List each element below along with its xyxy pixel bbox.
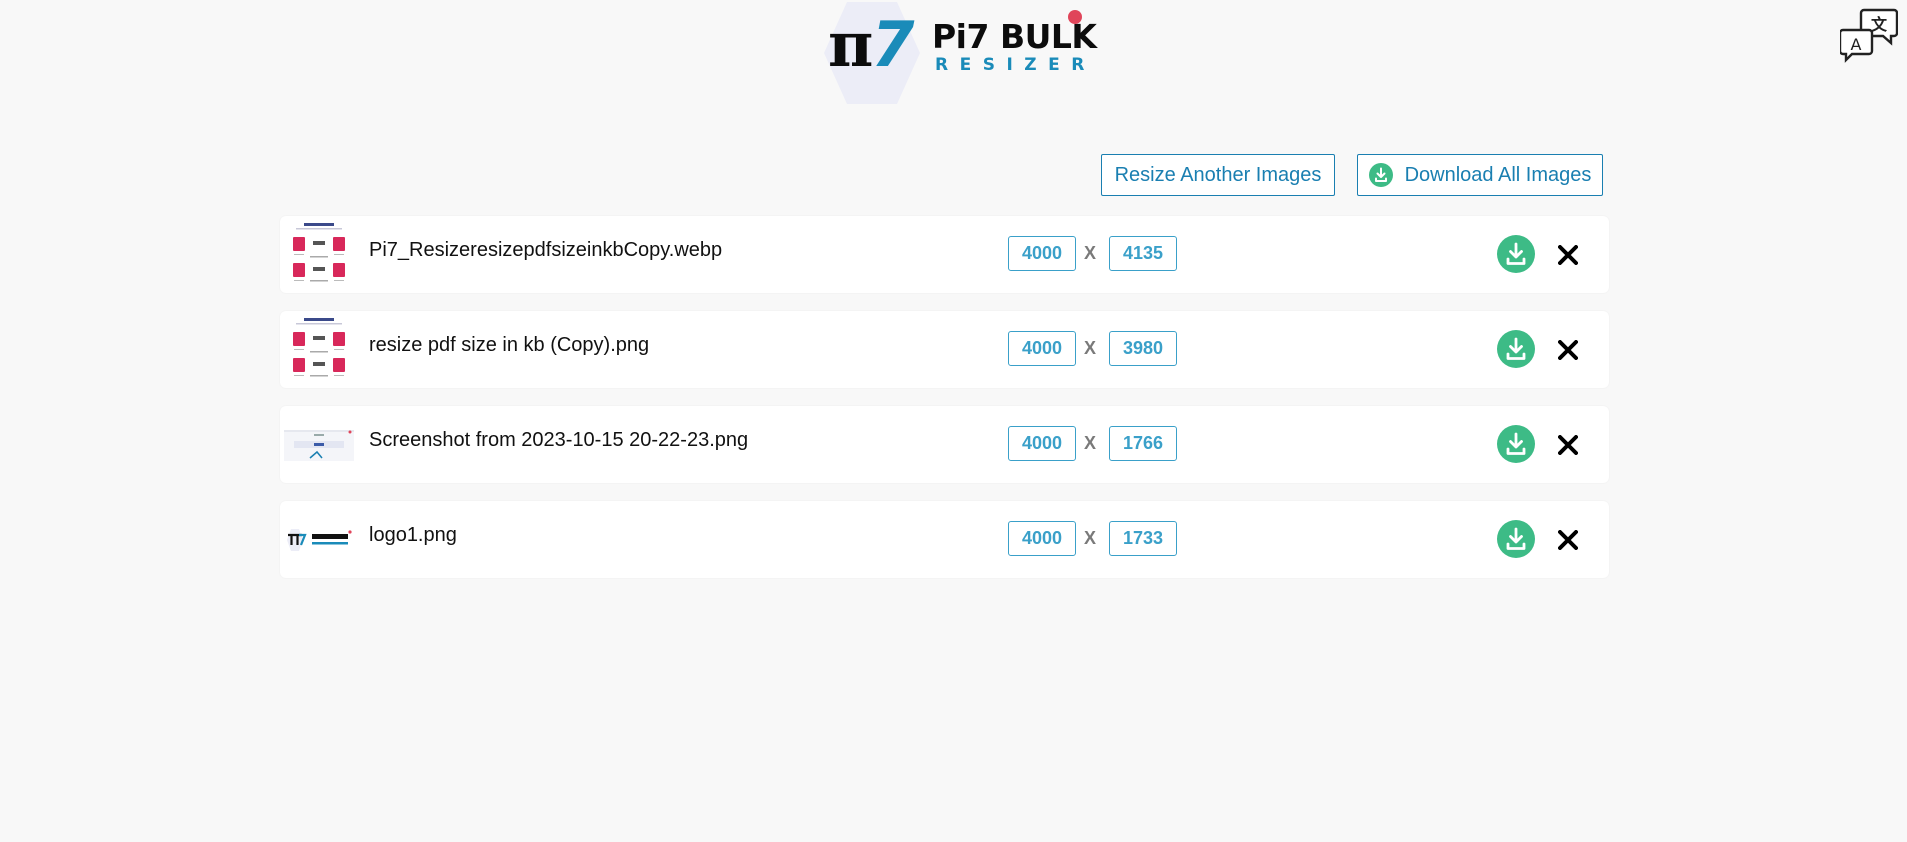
file-name: Screenshot from 2023-10-15 20-22-23.png — [369, 429, 749, 451]
download-icon — [1368, 163, 1393, 187]
file-name: logo1.png — [369, 524, 457, 546]
site-logo[interactable]: π7 Pi7 BULK RESIZER — [822, 0, 1097, 106]
width-field[interactable]: 4000 — [1008, 426, 1076, 461]
file-row: Screenshot from 2023-10-15 20-22-23.png … — [280, 406, 1609, 483]
height-field[interactable]: 3980 — [1109, 331, 1177, 366]
close-icon[interactable] — [1558, 245, 1578, 265]
dimension-separator: X — [1084, 528, 1097, 548]
logo-pi-glyph: π — [828, 8, 873, 81]
resize-another-images-button[interactable]: Resize Another Images — [1101, 154, 1335, 196]
download-icon[interactable] — [1497, 235, 1535, 273]
pdf-grid-thumbnail — [284, 315, 354, 385]
download-icon[interactable] — [1497, 330, 1535, 368]
width-field[interactable]: 4000 — [1008, 521, 1076, 556]
height-field[interactable]: 1733 — [1109, 521, 1177, 556]
logo-seven-glyph: 7 — [871, 8, 914, 81]
file-list: Pi7_ResizeresizepdfsizeinkbCopy.webp 400… — [280, 216, 1609, 596]
file-name: resize pdf size in kb (Copy).png — [369, 334, 650, 356]
width-field[interactable]: 4000 — [1008, 236, 1076, 271]
logo-badge — [1068, 10, 1082, 24]
resize-another-images-label: Resize Another Images — [1114, 163, 1322, 186]
svg-text:文: 文 — [1871, 15, 1888, 34]
svg-text:A: A — [1851, 35, 1862, 54]
close-icon[interactable] — [1558, 435, 1578, 455]
pdf-grid-thumbnail — [284, 220, 354, 290]
logo-title: Pi7 BULK — [932, 17, 1097, 56]
close-icon[interactable] — [1558, 340, 1578, 360]
logo-thumbnail — [287, 529, 352, 551]
file-name: Pi7_ResizeresizepdfsizeinkbCopy.webp — [369, 239, 723, 261]
dimension-separator: X — [1084, 338, 1097, 358]
download-icon[interactable] — [1497, 520, 1535, 558]
close-icon[interactable] — [1558, 530, 1578, 550]
width-field[interactable]: 4000 — [1008, 331, 1076, 366]
height-field[interactable]: 1766 — [1109, 426, 1177, 461]
file-row: logo1.png 4000 X 1733 — [280, 501, 1609, 578]
logo-mark: π7 — [828, 14, 915, 76]
translate-icon[interactable]: 文 A — [1840, 8, 1898, 66]
dimension-separator: X — [1084, 243, 1097, 263]
file-row: Pi7_ResizeresizepdfsizeinkbCopy.webp 400… — [280, 216, 1609, 293]
download-icon[interactable] — [1497, 425, 1535, 463]
download-all-images-label: Download All Images — [1404, 163, 1592, 186]
screenshot-thumbnail — [284, 430, 354, 461]
dimension-separator: X — [1084, 433, 1097, 453]
download-all-images-button[interactable]: Download All Images — [1357, 154, 1603, 196]
height-field[interactable]: 4135 — [1109, 236, 1177, 271]
file-row: resize pdf size in kb (Copy).png 4000 X … — [280, 311, 1609, 388]
logo-subtitle: RESIZER — [935, 55, 1096, 75]
